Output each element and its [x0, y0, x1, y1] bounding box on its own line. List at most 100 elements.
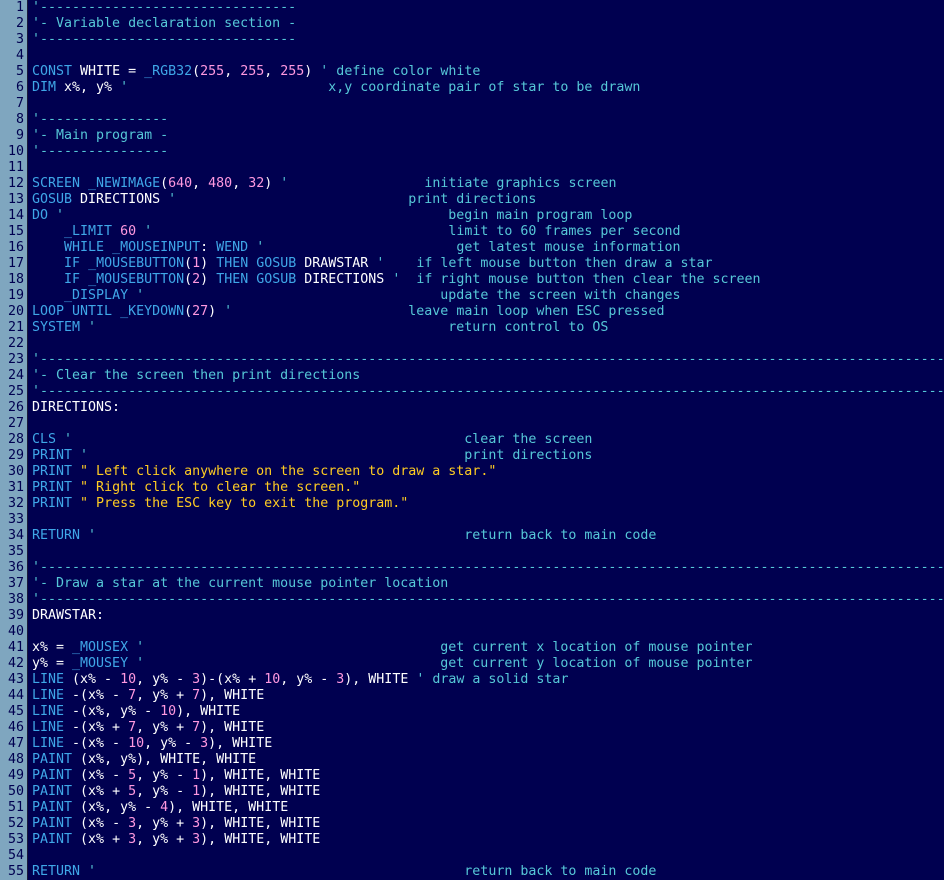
code-line[interactable]: 43 LINE (x% - 10, y% - 3)-(x% + 10, y% - …: [0, 672, 944, 688]
code-token: RETURN: [32, 864, 89, 879]
line-code: '--------------------------------: [32, 0, 296, 16]
code-line[interactable]: 26 DIRECTIONS:: [0, 400, 944, 416]
code-line[interactable]: 32 PRINT " Press the ESC key to exit the …: [0, 496, 944, 512]
code-line[interactable]: 1 '--------------------------------: [0, 0, 944, 16]
code-line[interactable]: 29 PRINT ' print directions: [0, 448, 944, 464]
code-token: ), WHITE: [200, 720, 265, 735]
code-line[interactable]: 36 '-------------------------------------…: [0, 560, 944, 576]
code-line[interactable]: 16 WHILE _MOUSEINPUT: WEND ' get latest …: [0, 240, 944, 256]
code-line[interactable]: 14 DO ' begin main program loop: [0, 208, 944, 224]
code-line[interactable]: 46 LINE -(x% + 7, y% + 7), WHITE: [0, 720, 944, 736]
code-line[interactable]: 15 _LIMIT 60 ' limit to 60 frames per se…: [0, 224, 944, 240]
code-line[interactable]: 48 PAINT (x%, y%), WHITE, WHITE: [0, 752, 944, 768]
line-number: 15: [7, 224, 24, 239]
code-line[interactable]: 47 LINE -(x% - 10, y% - 3), WHITE: [0, 736, 944, 752]
line-number: 40: [7, 624, 24, 639]
code-token: GOSUB: [32, 192, 81, 207]
code-line[interactable]: 7: [0, 96, 944, 112]
code-line[interactable]: 34 RETURN ' return back to main code: [0, 528, 944, 544]
line-code: '---------------------------------------…: [32, 384, 944, 400]
code-token: '--------------------------------: [32, 0, 297, 15]
line-number: 27: [7, 416, 24, 431]
code-token: -(x%, y% -: [72, 704, 161, 719]
code-token: CLS: [32, 432, 65, 447]
code-token: 3: [192, 672, 201, 687]
code-token: 5: [128, 768, 137, 783]
line-number: 42: [7, 656, 24, 671]
code-token: 640: [168, 176, 193, 191]
code-line[interactable]: 49 PAINT (x% - 5, y% - 1), WHITE, WHITE: [0, 768, 944, 784]
code-line[interactable]: 13 GOSUB DIRECTIONS ' print directions: [0, 192, 944, 208]
code-token: , y% +: [136, 816, 193, 831]
code-line[interactable]: 39 DRAWSTAR:: [0, 608, 944, 624]
code-token: ' get current y location of mouse pointe…: [136, 656, 753, 671]
code-line[interactable]: 28 CLS ' clear the screen: [0, 432, 944, 448]
code-token: LINE: [32, 704, 73, 719]
code-line[interactable]: 2 '- Variable declaration section -: [0, 16, 944, 32]
code-line[interactable]: 17 IF _MOUSEBUTTON(1) THEN GOSUB DRAWSTA…: [0, 256, 944, 272]
code-line[interactable]: 30 PRINT " Left click anywhere on the scr…: [0, 464, 944, 480]
code-line[interactable]: 33: [0, 512, 944, 528]
code-line[interactable]: 20 LOOP UNTIL _KEYDOWN(27) ' leave main l…: [0, 304, 944, 320]
code-lines[interactable]: 1 '-------------------------------- 2 '- Va…: [0, 0, 944, 880]
line-number: 33: [7, 512, 24, 527]
line-code: '---------------------------------------…: [32, 592, 944, 608]
line-code: '---------------------------------------…: [32, 352, 944, 368]
line-code: PAINT (x% - 3, y% + 3), WHITE, WHITE: [32, 816, 320, 832]
code-token: (x% +: [80, 784, 129, 799]
code-line[interactable]: 6 DIM x%, y% ' x,y coordinate pair of sta…: [0, 80, 944, 96]
line-number: 8: [15, 112, 24, 127]
code-token: ' update the screen with changes: [136, 288, 681, 303]
code-token: ), WHITE: [200, 688, 265, 703]
code-line[interactable]: 18 IF _MOUSEBUTTON(2) THEN GOSUB DIRECTI…: [0, 272, 944, 288]
code-token: " Press the ESC key to exit the program.…: [80, 496, 409, 511]
code-token: 10: [264, 672, 281, 687]
code-line[interactable]: 3 '--------------------------------: [0, 32, 944, 48]
code-line[interactable]: 31 PRINT " Right click to clear the scree…: [0, 480, 944, 496]
line-number: 38: [7, 592, 24, 607]
code-token: DIM: [32, 80, 65, 95]
code-token: )-(x% +: [200, 672, 265, 687]
code-line[interactable]: 51 PAINT (x%, y% - 4), WHITE, WHITE: [0, 800, 944, 816]
code-line[interactable]: 25 '-------------------------------------…: [0, 384, 944, 400]
code-line[interactable]: 54: [0, 848, 944, 864]
code-line[interactable]: 52 PAINT (x% - 3, y% + 3), WHITE, WHITE: [0, 816, 944, 832]
code-editor[interactable]: 1 '-------------------------------- 2 '- Va…: [0, 0, 944, 880]
line-code: LINE (x% - 10, y% - 3)-(x% + 10, y% - 3)…: [32, 672, 568, 688]
code-line[interactable]: 4: [0, 48, 944, 64]
code-line[interactable]: 9 '- Main program -: [0, 128, 944, 144]
line-number: 21: [7, 320, 24, 335]
code-line[interactable]: 42 y% = _MOUSEY ' get current y location …: [0, 656, 944, 672]
line-code: PAINT (x% - 5, y% - 1), WHITE, WHITE: [32, 768, 320, 784]
code-line[interactable]: 40: [0, 624, 944, 640]
code-token: (: [160, 176, 169, 191]
code-line[interactable]: 8 '----------------: [0, 112, 944, 128]
code-line[interactable]: 22: [0, 336, 944, 352]
code-line[interactable]: 21 SYSTEM ' return control to OS: [0, 320, 944, 336]
code-token: WHITE =: [80, 64, 145, 79]
code-line[interactable]: 10 '----------------: [0, 144, 944, 160]
code-line[interactable]: 41 x% = _MOUSEX ' get current x location …: [0, 640, 944, 656]
code-line[interactable]: 11: [0, 160, 944, 176]
code-line[interactable]: 24 '- Clear the screen then print directi…: [0, 368, 944, 384]
code-line[interactable]: 27: [0, 416, 944, 432]
code-line[interactable]: 12 SCREEN _NEWIMAGE(640, 480, 32) ' initi…: [0, 176, 944, 192]
code-line[interactable]: 37 '- Draw a star at the current mouse po…: [0, 576, 944, 592]
code-token: ,: [192, 176, 209, 191]
code-token: ' if left mouse button then draw a star: [376, 256, 713, 271]
code-line[interactable]: 23 '-------------------------------------…: [0, 352, 944, 368]
code-line[interactable]: 50 PAINT (x% + 5, y% - 1), WHITE, WHITE: [0, 784, 944, 800]
code-token: 7: [128, 720, 137, 735]
code-line[interactable]: 45 LINE -(x%, y% - 10), WHITE: [0, 704, 944, 720]
code-line[interactable]: 55 RETURN ' return back to main code: [0, 864, 944, 880]
code-token: ' print directions: [168, 192, 537, 207]
code-line[interactable]: 35: [0, 544, 944, 560]
line-code: DIRECTIONS:: [32, 400, 120, 416]
code-line[interactable]: 44 LINE -(x% - 7, y% + 7), WHITE: [0, 688, 944, 704]
code-line[interactable]: 53 PAINT (x% + 3, y% + 3), WHITE, WHITE: [0, 832, 944, 848]
code-line[interactable]: 38 '-------------------------------------…: [0, 592, 944, 608]
code-line[interactable]: 5 CONST WHITE = _RGB32(255, 255, 255) ' d…: [0, 64, 944, 80]
code-line[interactable]: 19 _DISPLAY ' update the screen with cha…: [0, 288, 944, 304]
line-number: 52: [7, 816, 24, 831]
code-token: -(x% +: [72, 720, 129, 735]
